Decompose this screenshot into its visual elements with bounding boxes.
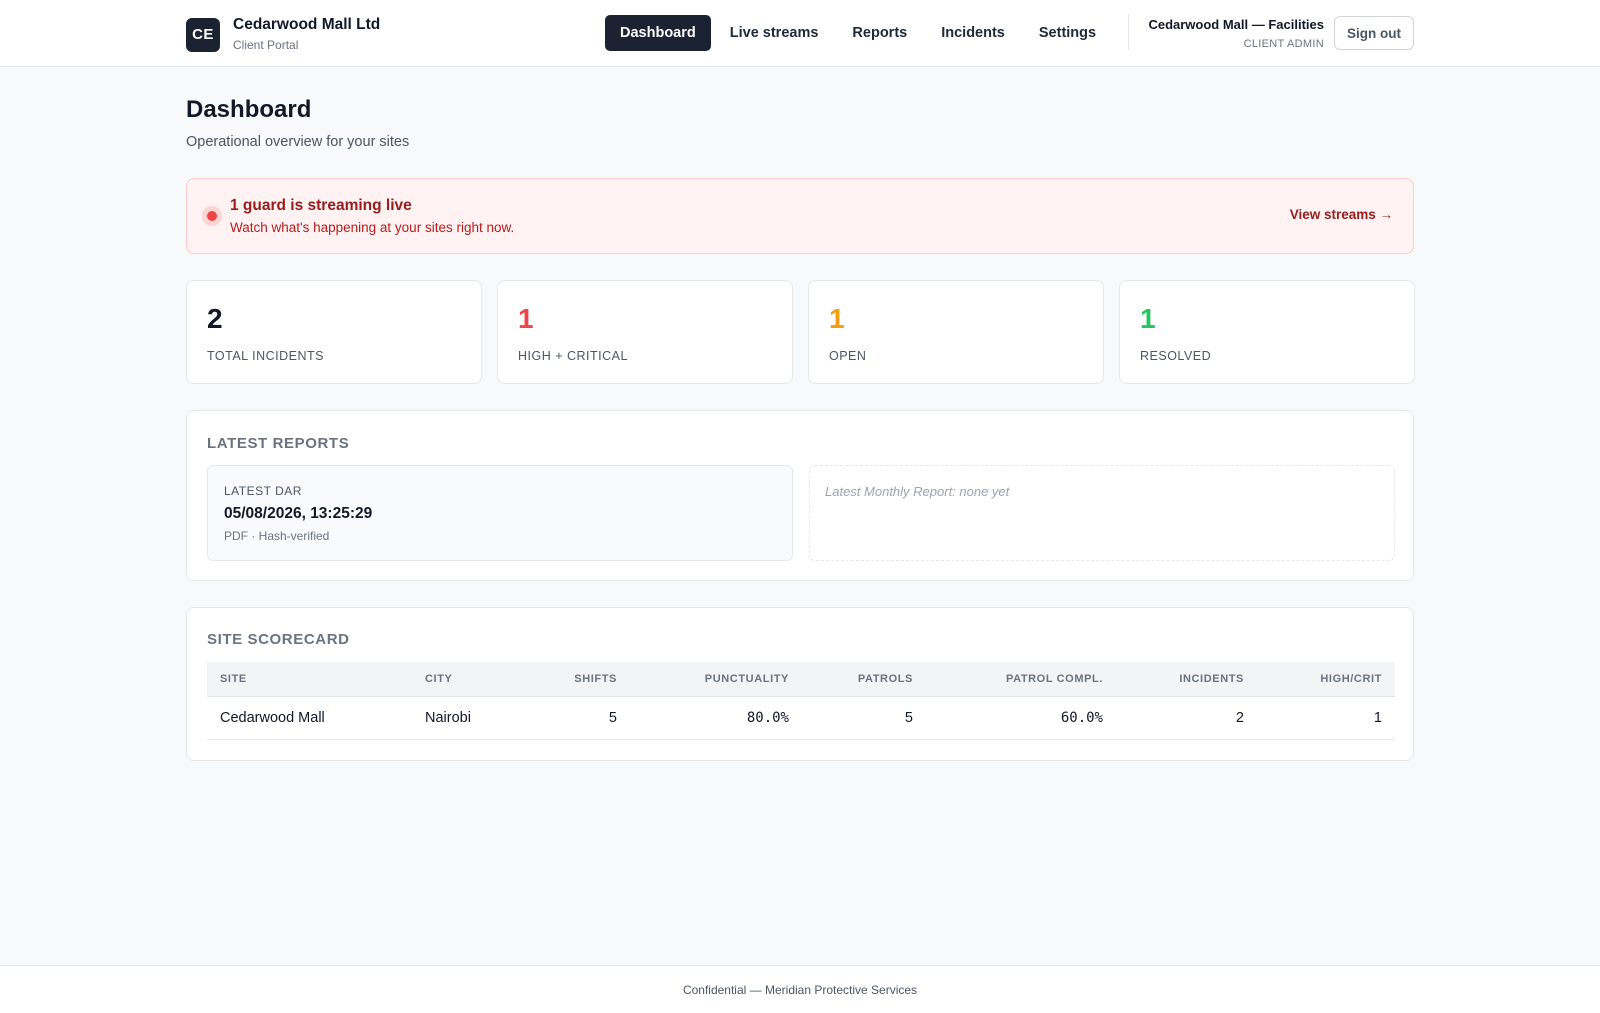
stat-value: 1 bbox=[1140, 303, 1156, 334]
dar-datetime: 05/08/2026, 13:25:29 bbox=[224, 505, 373, 522]
nav-live-streams[interactable]: Live streams bbox=[715, 15, 834, 51]
latest-reports-title: LATEST REPORTS bbox=[207, 435, 350, 452]
cell-incidents: 2 bbox=[1235, 710, 1244, 726]
user-role: CLIENT ADMIN bbox=[1243, 38, 1324, 50]
monthly-report-placeholder: Latest Monthly Report: none yet bbox=[809, 465, 1395, 561]
cell-punctuality: 80.0% bbox=[746, 710, 789, 726]
scorecard-table: SITE CITY SHIFTS PUNCTUALITY PATROLS PAT… bbox=[207, 662, 1395, 740]
cell-site: Cedarwood Mall bbox=[220, 710, 325, 726]
column-header-incidents[interactable]: INCIDENTS bbox=[1127, 662, 1244, 696]
view-streams-link[interactable]: View streams → bbox=[1290, 207, 1393, 222]
user-info: Cedarwood Mall — Facilities CLIENT ADMIN bbox=[1148, 17, 1324, 51]
table-row[interactable]: Cedarwood Mall Nairobi 5 80.0% 5 60.0% 2… bbox=[207, 697, 1395, 740]
cell-shifts: 5 bbox=[608, 710, 617, 726]
portal-label: Client Portal bbox=[233, 38, 299, 52]
stat-label: TOTAL INCIDENTS bbox=[207, 349, 325, 363]
stat-label: OPEN bbox=[829, 349, 867, 363]
stat-card-total-incidents: 2 TOTAL INCIDENTS bbox=[186, 280, 482, 384]
nav-settings[interactable]: Settings bbox=[1024, 15, 1111, 51]
cell-patrols: 5 bbox=[904, 710, 913, 726]
company-name: Cedarwood Mall Ltd bbox=[233, 16, 381, 33]
company-logo: CE bbox=[186, 17, 220, 52]
page-title: Dashboard bbox=[186, 96, 312, 123]
nav-reports[interactable]: Reports bbox=[837, 15, 922, 51]
main-nav: Dashboard Live streams Reports Incidents… bbox=[605, 15, 1115, 51]
sign-out-button[interactable]: Sign out bbox=[1334, 16, 1414, 50]
live-banner-subtitle: Watch what's happening at your sites rig… bbox=[230, 220, 515, 235]
latest-reports-panel: LATEST REPORTS LATEST DAR 05/08/2026, 13… bbox=[186, 410, 1414, 581]
cell-patrol-compl: 60.0% bbox=[1060, 710, 1103, 726]
table-header: SITE CITY SHIFTS PUNCTUALITY PATROLS PAT… bbox=[207, 662, 1395, 697]
monthly-report-empty-text: Latest Monthly Report: none yet bbox=[825, 484, 1010, 499]
top-header: CE Cedarwood Mall Ltd Client Portal Dash… bbox=[0, 0, 1600, 67]
stat-label: HIGH + CRITICAL bbox=[518, 349, 628, 363]
page-subtitle: Operational overview for your sites bbox=[186, 134, 410, 150]
dar-label: LATEST DAR bbox=[224, 484, 302, 498]
live-stream-banner: 1 guard is streaming live Watch what's h… bbox=[186, 178, 1414, 254]
stat-card-open: 1 OPEN bbox=[808, 280, 1104, 384]
cell-high-crit: 1 bbox=[1373, 710, 1382, 726]
brand[interactable]: CE Cedarwood Mall Ltd Client Portal bbox=[186, 16, 380, 53]
site-scorecard-title: SITE SCORECARD bbox=[207, 631, 350, 648]
column-header-punctuality[interactable]: PUNCTUALITY bbox=[657, 662, 789, 696]
cell-city: Nairobi bbox=[425, 710, 471, 726]
column-header-shifts[interactable]: SHIFTS bbox=[507, 662, 617, 696]
stat-card-high-critical: 1 HIGH + CRITICAL bbox=[497, 280, 793, 384]
live-banner-title: 1 guard is streaming live bbox=[230, 197, 412, 214]
stat-label: RESOLVED bbox=[1140, 349, 1212, 363]
live-indicator-icon bbox=[202, 206, 222, 226]
footer: Confidential — Meridian Protective Servi… bbox=[0, 965, 1600, 1013]
header-divider bbox=[1128, 14, 1129, 50]
column-header-patrols[interactable]: PATROLS bbox=[807, 662, 913, 696]
site-scorecard-panel: SITE SCORECARD SITE CITY SHIFTS PUNCTUAL… bbox=[186, 607, 1414, 761]
footer-text: Confidential — Meridian Protective Servi… bbox=[682, 983, 918, 997]
stat-card-resolved: 1 RESOLVED bbox=[1119, 280, 1415, 384]
column-header-site[interactable]: SITE bbox=[220, 662, 247, 696]
column-header-high-crit[interactable]: HIGH/CRIT bbox=[1267, 662, 1382, 696]
column-header-patrol-compl[interactable]: PATROL COMPL. bbox=[947, 662, 1103, 696]
user-name: Cedarwood Mall — Facilities bbox=[1148, 17, 1324, 32]
column-header-city[interactable]: CITY bbox=[425, 662, 452, 696]
stat-value: 2 bbox=[207, 303, 223, 334]
latest-dar-card[interactable]: LATEST DAR 05/08/2026, 13:25:29 PDF · Ha… bbox=[207, 465, 793, 561]
dar-meta: PDF · Hash-verified bbox=[224, 529, 330, 543]
nav-dashboard[interactable]: Dashboard bbox=[605, 15, 711, 51]
stat-value: 1 bbox=[829, 303, 845, 334]
nav-incidents[interactable]: Incidents bbox=[926, 15, 1020, 51]
stat-value: 1 bbox=[518, 303, 534, 334]
